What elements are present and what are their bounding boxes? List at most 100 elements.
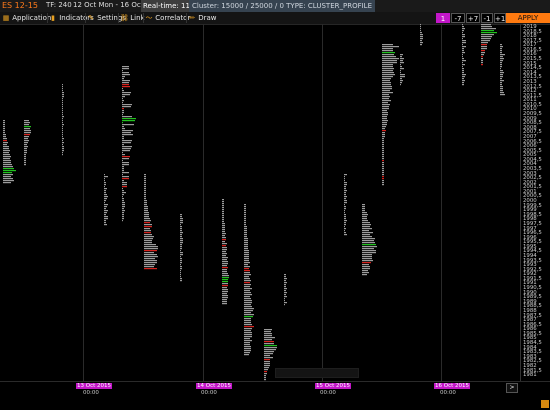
title-bar: ES 12-15 TF: 240 12 Oct Mon - 16 Oct Fri… [0, 0, 550, 12]
volume-bar [24, 128, 30, 130]
volume-bar [462, 68, 464, 70]
timeframe-label[interactable]: TF: 240 [46, 1, 72, 9]
volume-bar [122, 166, 124, 168]
volume-bar [122, 110, 124, 112]
instrument-symbol[interactable]: ES 12-15 [2, 1, 38, 10]
volume-bar [481, 56, 483, 58]
volume-bar [144, 246, 158, 248]
volume-bar [104, 206, 107, 208]
volume-bar [122, 108, 124, 110]
volume-bar [500, 88, 503, 90]
volume-bar [420, 38, 423, 40]
back-7-button[interactable]: -7 [451, 13, 465, 23]
volume-bar [122, 216, 124, 218]
volume-bar [500, 86, 503, 88]
volume-bar [244, 342, 250, 344]
volume-bar [462, 74, 466, 76]
time-label: 00:00 [320, 390, 336, 396]
volume-bar [3, 132, 5, 134]
volume-bar [500, 62, 502, 64]
volume-bar [244, 288, 252, 290]
volume-bar [362, 252, 376, 254]
volume-bar [24, 132, 31, 134]
volume-bar [122, 104, 132, 106]
volume-bar [62, 114, 63, 116]
forward-1-button[interactable]: +1 [494, 13, 506, 23]
price-axis[interactable]: 2019 2018,5 2018 2017,5 2017 2016,5 2016 2015,5… [520, 24, 550, 381]
volume-bar [122, 82, 129, 84]
volume-bar [3, 156, 11, 158]
volume-bar [222, 225, 225, 227]
volume-bar [122, 88, 123, 90]
volume-bar [62, 154, 63, 156]
volume-bar [362, 274, 367, 276]
volume-bar [264, 341, 274, 343]
cluster-profile-chart[interactable] [0, 24, 520, 381]
volume-bar [382, 124, 387, 126]
volume-bar [122, 194, 124, 196]
volume-bar [382, 170, 384, 172]
volume-bar [222, 245, 226, 247]
volume-bar [244, 302, 252, 304]
volume-bar [104, 222, 106, 224]
volume-bar [122, 212, 124, 214]
volume-bar [62, 98, 63, 100]
volume-bar [500, 82, 502, 84]
volume-bar [462, 54, 463, 56]
volume-bar [462, 84, 464, 86]
forward-7-button[interactable]: +7 [466, 13, 480, 23]
volume-bar [462, 82, 464, 84]
volume-bar [122, 210, 125, 212]
volume-bar [400, 78, 402, 80]
volume-bar [362, 234, 370, 236]
volume-bar [284, 300, 285, 302]
volume-bar [122, 142, 131, 144]
volume-bar [222, 277, 229, 279]
volume-bar [180, 256, 181, 258]
volume-bar [244, 226, 247, 228]
volume-bar [244, 282, 250, 284]
volume-bar [284, 286, 286, 288]
apply-button[interactable]: APPLY [506, 13, 550, 23]
volume-bar [244, 298, 251, 300]
scroll-right-button[interactable]: > [506, 383, 518, 393]
volume-bar [104, 202, 105, 204]
menu-link[interactable]: ⛓ Link [120, 13, 145, 23]
volume-bar [62, 116, 64, 118]
volume-bar [62, 120, 63, 122]
volume-bar [62, 136, 63, 138]
menu-correlator[interactable]: 〜 Correlator [145, 13, 191, 23]
volume-bar [362, 232, 373, 234]
menu-draw[interactable]: ✏ Draw [188, 13, 216, 23]
volume-bar [244, 316, 253, 318]
volume-bar [462, 52, 465, 54]
volume-bar [3, 144, 7, 146]
menu-application[interactable]: ▦ Application [2, 13, 52, 23]
volume-bar [481, 44, 487, 46]
volume-bar [122, 128, 125, 130]
volume-bar [144, 186, 146, 188]
volume-bar [462, 72, 464, 74]
menu-application-label: Application [12, 14, 52, 22]
volume-bar [244, 268, 249, 270]
volume-bar [144, 202, 147, 204]
volume-bar [382, 126, 386, 128]
corner-resize-handle[interactable] [541, 400, 549, 408]
volume-bar [122, 74, 130, 76]
indicators-icon: ▮ [51, 14, 55, 22]
back-1-button[interactable]: -1 [481, 13, 493, 23]
volume-bar [122, 126, 124, 128]
volume-bar [3, 176, 11, 178]
volume-bar [244, 306, 252, 308]
day-count-1-button[interactable]: 1 [436, 13, 450, 23]
volume-bar [62, 122, 63, 124]
volume-bar [144, 256, 158, 258]
volume-bar [400, 68, 404, 70]
volume-bar [62, 148, 64, 150]
volume-bar [144, 226, 152, 228]
volume-bar [144, 188, 146, 190]
volume-bar [382, 76, 393, 78]
volume-bar [122, 172, 129, 174]
volume-bar [24, 154, 26, 156]
correlator-icon: 〜 [145, 14, 153, 22]
